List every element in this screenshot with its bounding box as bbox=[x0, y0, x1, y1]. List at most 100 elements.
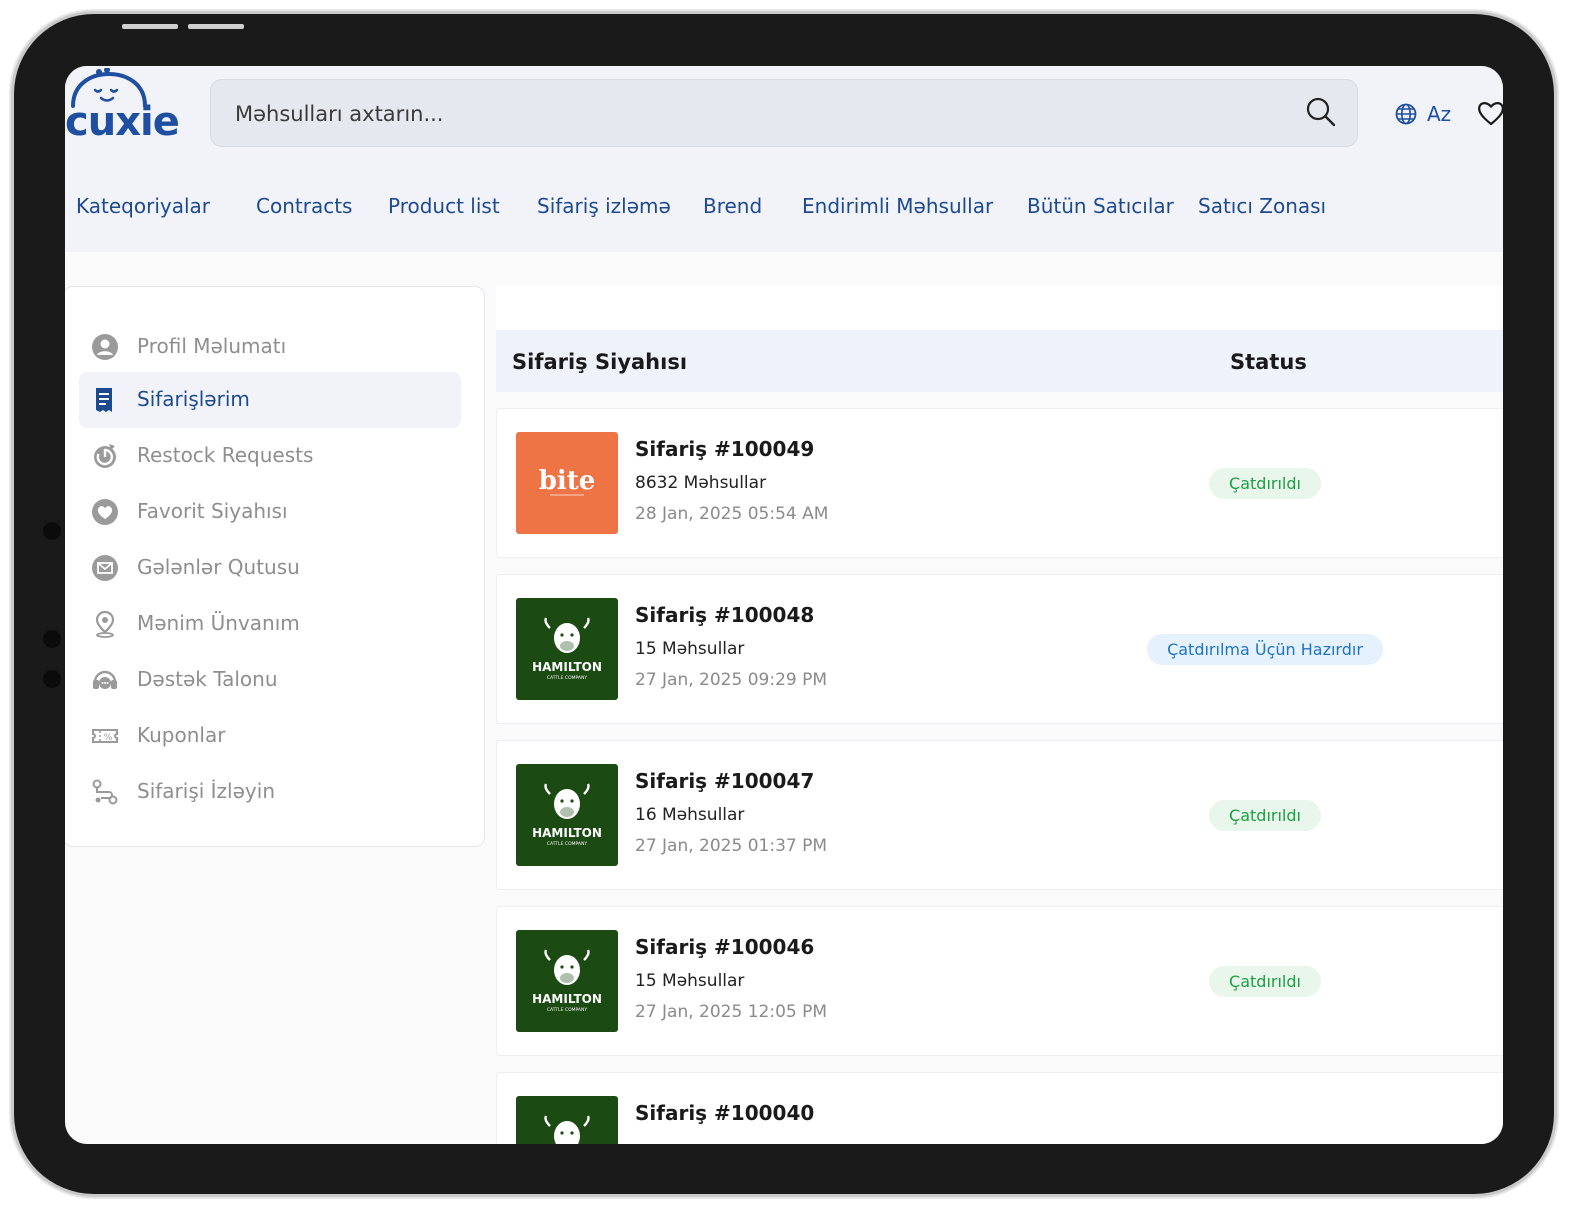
orders-list-title: Sifariş Siyahısı bbox=[512, 350, 688, 374]
search-input[interactable] bbox=[233, 80, 1287, 148]
sidebar-item-support-ticket[interactable]: Dəstək Talonu bbox=[79, 652, 461, 708]
sidebar-item-inbox[interactable]: Gələnlər Qutusu bbox=[79, 540, 461, 596]
search-bar bbox=[210, 79, 1358, 148]
site-header: cuxie Az Kateqoriyalar Contracts bbox=[65, 66, 1503, 252]
sidebar-item-restock-requests[interactable]: Restock Requests bbox=[79, 428, 461, 484]
heart-icon bbox=[92, 499, 118, 525]
order-date: 27 Jan, 2025 12:05 PM bbox=[635, 1002, 828, 1022]
vendor-logo-hamilton bbox=[516, 1096, 618, 1144]
brand-logo[interactable]: cuxie bbox=[65, 68, 180, 146]
order-number[interactable]: Sifariş #100049 bbox=[635, 437, 814, 461]
language-selector[interactable]: Az bbox=[1395, 102, 1451, 126]
app-screen: cuxie Az Kateqoriyalar Contracts bbox=[65, 66, 1503, 1144]
order-item-count: 15 Məhsullar bbox=[635, 639, 745, 659]
status-badge: Çatdırıldı bbox=[1209, 467, 1321, 499]
account-sidebar: Profil Məlumatı Sifarişlərim Restock Req… bbox=[65, 286, 485, 847]
hamilton-cattle-logo-icon bbox=[544, 1115, 590, 1144]
headset-icon bbox=[93, 670, 117, 689]
status-cell: Çatdırıldı bbox=[1117, 409, 1413, 557]
nav-item-seller-zone[interactable]: Satıcı Zonası bbox=[1198, 194, 1326, 218]
main-navigation: Kateqoriyalar Contracts Product list Sif… bbox=[65, 184, 1503, 228]
language-label: Az bbox=[1427, 102, 1452, 126]
camera-lens bbox=[43, 630, 61, 648]
sidebar-item-label: Mənim Ünvanım bbox=[137, 611, 300, 635]
nav-item-contracts[interactable]: Contracts bbox=[256, 194, 352, 218]
power-button bbox=[188, 24, 244, 29]
order-date: 27 Jan, 2025 09:29 PM bbox=[635, 670, 828, 690]
nav-item-product-list[interactable]: Product list bbox=[388, 194, 500, 218]
svg-text:CATTLE COMPANY: CATTLE COMPANY bbox=[547, 675, 588, 681]
sidebar-item-my-orders[interactable]: Sifarişlərim bbox=[79, 372, 461, 428]
nav-item-order-tracking[interactable]: Sifariş izləmə bbox=[537, 194, 671, 218]
restock-icon bbox=[94, 444, 116, 468]
logo-text: cuxie bbox=[65, 99, 180, 145]
order-row[interactable]: bite Sifariş #100049 8632 Məhsullar 28 J… bbox=[496, 408, 1503, 558]
order-row[interactable]: Sifariş #100040 bbox=[496, 1072, 1503, 1144]
coupon-icon: % bbox=[92, 729, 118, 743]
volume-button bbox=[122, 24, 178, 29]
sidebar-item-label: Sifarişi İzləyin bbox=[137, 779, 275, 803]
vendor-logo-hamilton: HAMILTON CATTLE COMPANY bbox=[516, 930, 618, 1032]
order-item-count: 16 Məhsullar bbox=[635, 805, 745, 825]
orders-table-header: Sifariş Siyahısı Status bbox=[496, 330, 1503, 392]
sidebar-item-coupons[interactable]: % Kuponlar bbox=[79, 708, 461, 764]
hamilton-cattle-logo-icon: HAMILTON CATTLE COMPANY bbox=[532, 949, 602, 1013]
route-icon bbox=[92, 779, 118, 805]
svg-text:bite: bite bbox=[539, 466, 596, 496]
status-badge: Çatdırıldı bbox=[1209, 965, 1321, 997]
location-pin-icon bbox=[95, 610, 115, 638]
wishlist-heart-icon[interactable] bbox=[1477, 99, 1503, 127]
order-number[interactable]: Sifariş #100048 bbox=[635, 603, 814, 627]
receipt-icon bbox=[96, 388, 112, 412]
sidebar-item-label: Dəstək Talonu bbox=[137, 667, 278, 691]
order-row[interactable]: HAMILTON CATTLE COMPANY Sifariş #100048 … bbox=[496, 574, 1503, 724]
order-row[interactable]: HAMILTON CATTLE COMPANY Sifariş #100046 … bbox=[496, 906, 1503, 1056]
sidebar-item-label: Restock Requests bbox=[137, 443, 314, 467]
status-badge: Çatdırılma Üçün Hazırdır bbox=[1147, 633, 1383, 665]
nav-item-discounted-products[interactable]: Endirimli Məhsullar bbox=[802, 194, 993, 218]
order-item-count: 15 Məhsullar bbox=[635, 971, 745, 991]
order-number[interactable]: Sifariş #100040 bbox=[635, 1101, 814, 1125]
hamilton-cattle-logo-icon: HAMILTON CATTLE COMPANY bbox=[532, 783, 602, 847]
camera-lens bbox=[43, 522, 61, 540]
nav-item-all-sellers[interactable]: Bütün Satıcılar bbox=[1027, 194, 1174, 218]
sidebar-item-track-order[interactable]: Sifarişi İzləyin bbox=[79, 764, 461, 820]
svg-text:CATTLE COMPANY: CATTLE COMPANY bbox=[547, 1007, 588, 1013]
nav-item-categories[interactable]: Kateqoriyalar bbox=[76, 194, 210, 218]
sidebar-item-favorites[interactable]: Favorit Siyahısı bbox=[79, 484, 461, 540]
nav-item-brand[interactable]: Brend bbox=[703, 194, 762, 218]
sidebar-item-label: Sifarişlərim bbox=[137, 387, 250, 411]
order-number[interactable]: Sifariş #100047 bbox=[635, 769, 814, 793]
content-panel-top bbox=[496, 286, 1503, 330]
order-number[interactable]: Sifariş #100046 bbox=[635, 935, 814, 959]
order-date: 28 Jan, 2025 05:54 AM bbox=[635, 504, 829, 524]
sidebar-item-label: Gələnlər Qutusu bbox=[137, 555, 300, 579]
vendor-logo-hamilton: HAMILTON CATTLE COMPANY bbox=[516, 598, 618, 700]
svg-text:%: % bbox=[104, 733, 113, 743]
order-date: 27 Jan, 2025 01:37 PM bbox=[635, 836, 828, 856]
status-cell: Çatdırılma Üçün Hazırdır bbox=[1117, 575, 1413, 723]
order-item-count: 8632 Məhsullar bbox=[635, 473, 767, 493]
search-icon[interactable] bbox=[1305, 96, 1337, 128]
sidebar-item-my-address[interactable]: Mənim Ünvanım bbox=[79, 596, 461, 652]
vendor-logo-bite: bite bbox=[516, 432, 618, 534]
sidebar-item-label: Kuponlar bbox=[137, 723, 226, 747]
sidebar-item-label: Favorit Siyahısı bbox=[137, 499, 288, 523]
mail-icon bbox=[92, 555, 118, 581]
svg-text:HAMILTON: HAMILTON bbox=[532, 660, 602, 674]
hamilton-cattle-logo-icon: HAMILTON CATTLE COMPANY bbox=[532, 617, 602, 681]
svg-text:HAMILTON: HAMILTON bbox=[532, 826, 602, 840]
status-cell: Çatdırıldı bbox=[1117, 907, 1413, 1055]
status-cell: Çatdırıldı bbox=[1117, 741, 1413, 889]
vendor-logo-hamilton: HAMILTON CATTLE COMPANY bbox=[516, 764, 618, 866]
camera-lens bbox=[43, 670, 61, 688]
svg-text:CATTLE COMPANY: CATTLE COMPANY bbox=[547, 841, 588, 847]
sidebar-item-profile[interactable]: Profil Məlumatı bbox=[79, 319, 461, 375]
status-column-header: Status bbox=[1230, 350, 1307, 374]
globe-icon bbox=[1395, 103, 1417, 125]
svg-text:HAMILTON: HAMILTON bbox=[532, 992, 602, 1006]
user-circle-icon bbox=[92, 334, 118, 360]
sidebar-item-label: Profil Məlumatı bbox=[137, 334, 287, 358]
status-badge: Çatdırıldı bbox=[1209, 799, 1321, 831]
order-row[interactable]: HAMILTON CATTLE COMPANY Sifariş #100047 … bbox=[496, 740, 1503, 890]
